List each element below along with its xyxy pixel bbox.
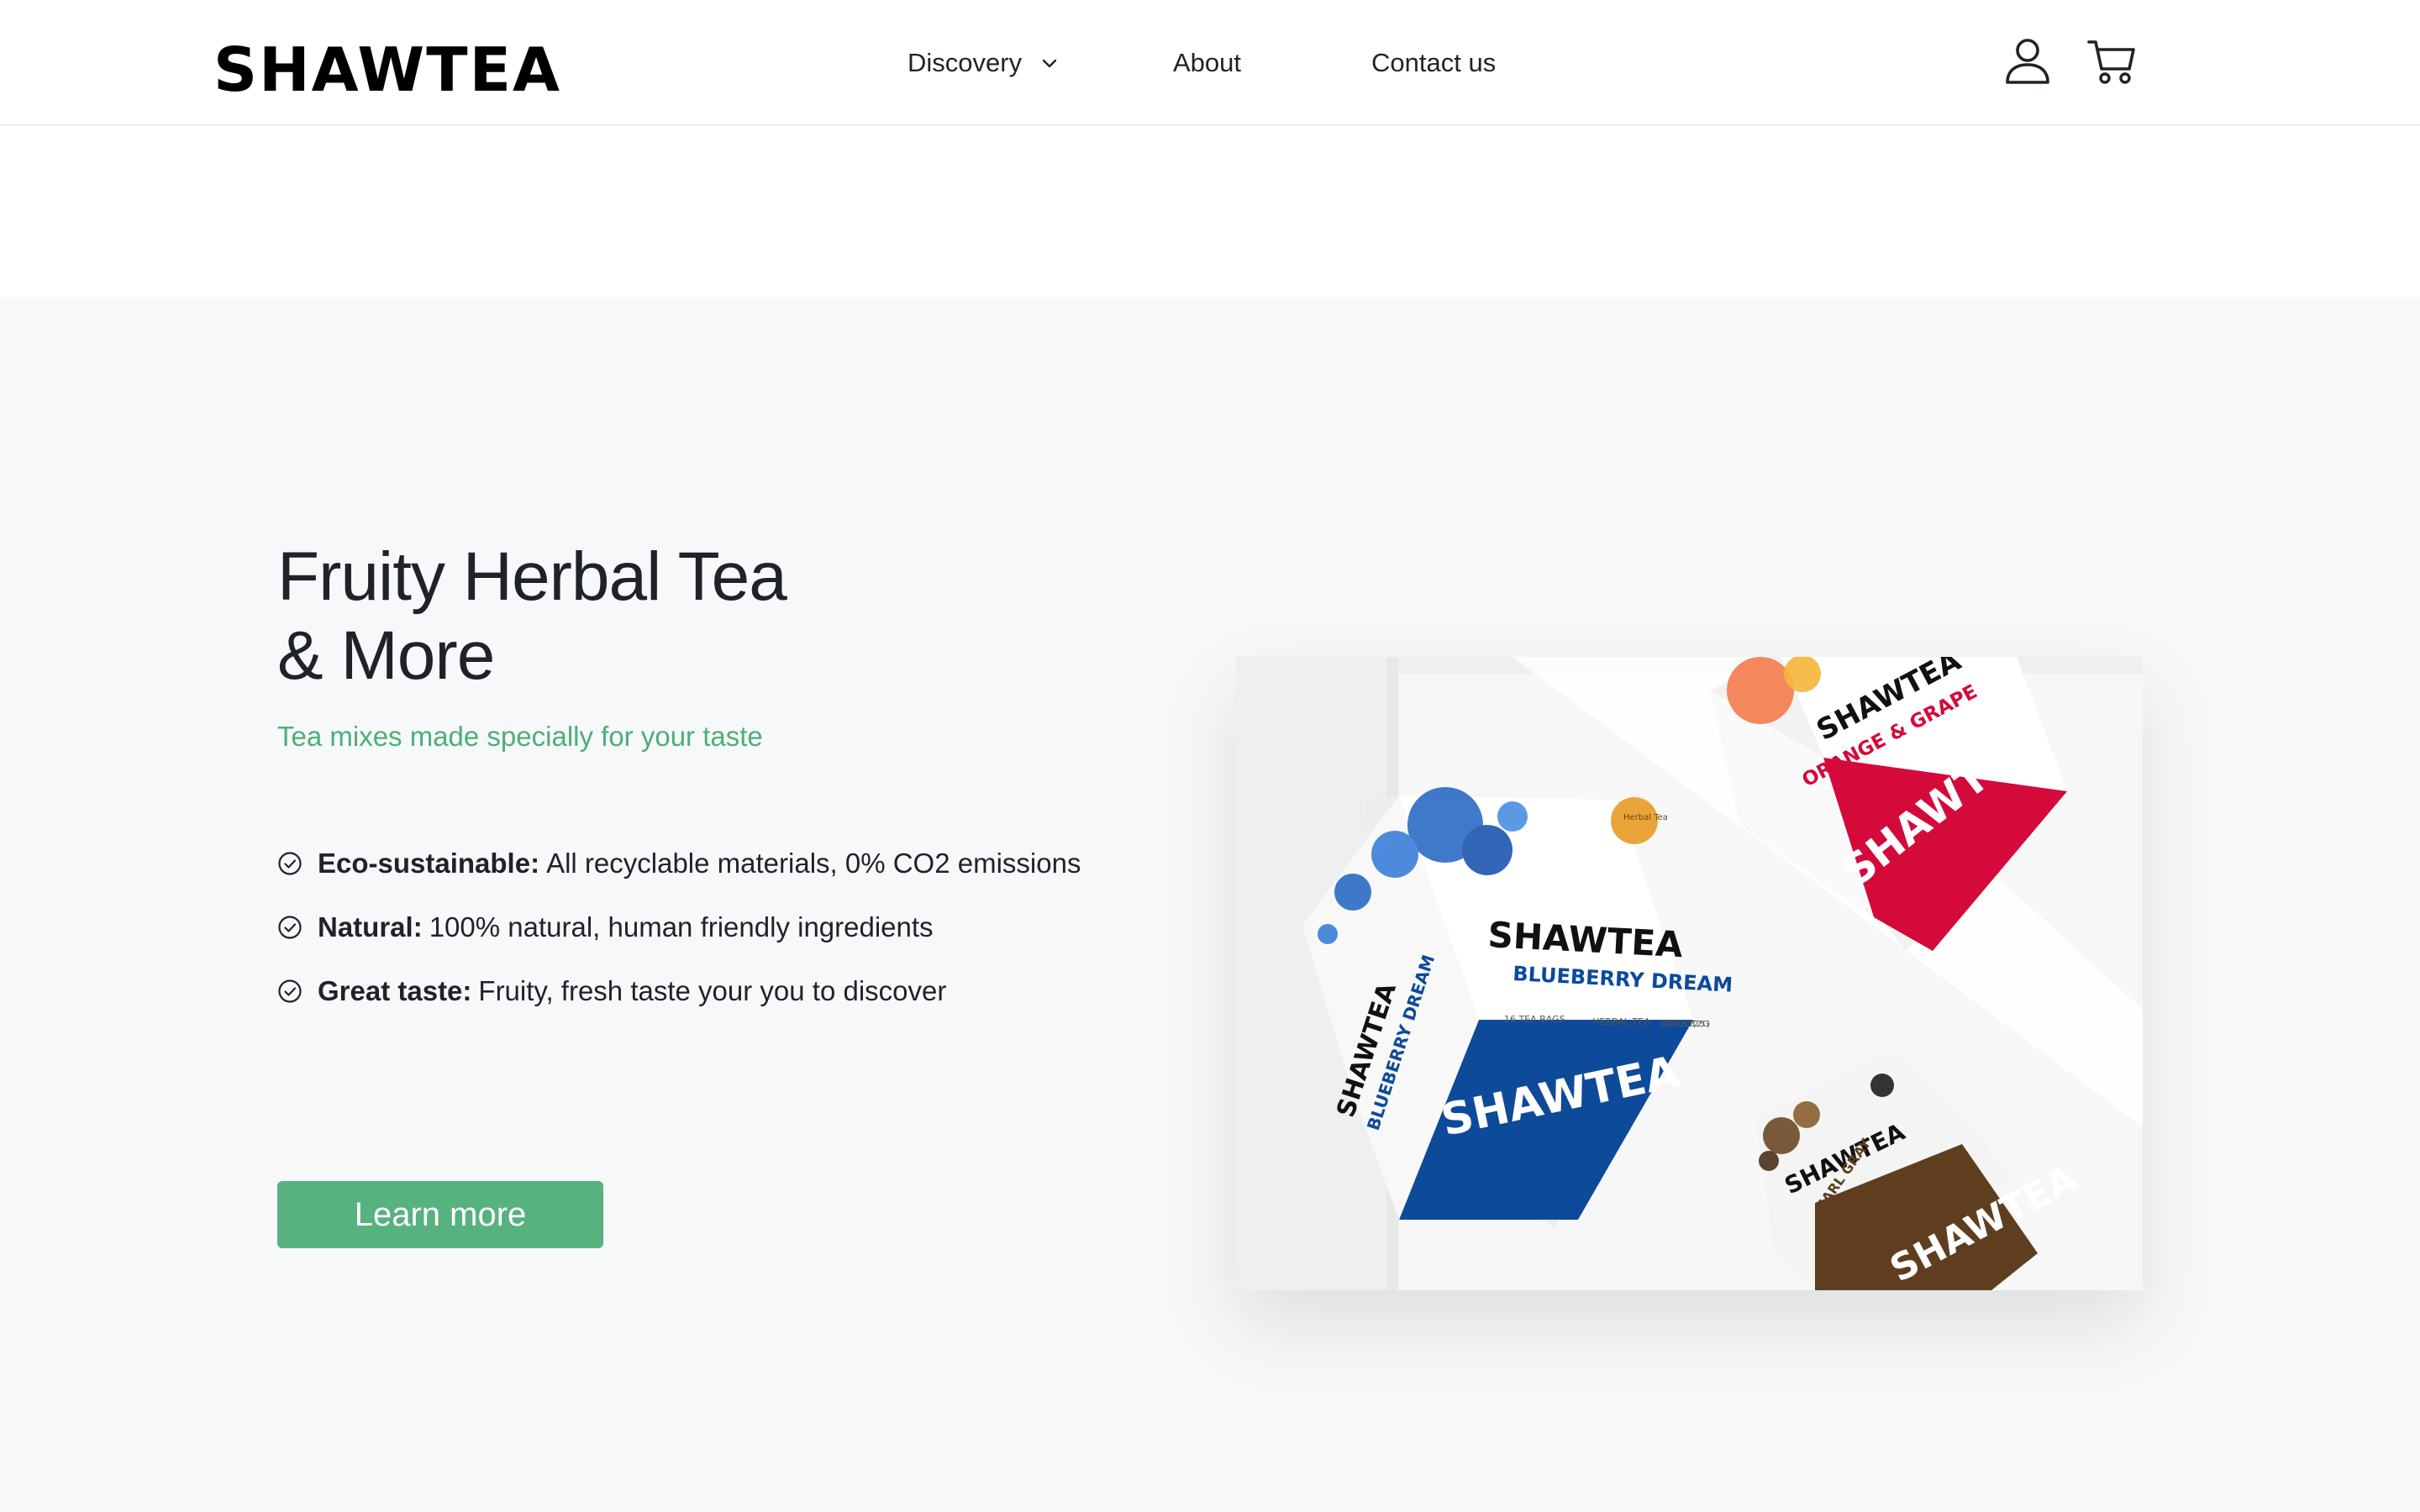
feature-list: Eco-sustainable: All recyclable material… xyxy=(277,832,1081,1023)
feature-text: All recyclable materials, 0% CO2 emissio… xyxy=(546,848,1081,879)
nav-about-label: About xyxy=(1173,48,1242,77)
nav-discovery-label: Discovery xyxy=(908,48,1023,77)
box-badge: Herbal Tea xyxy=(1623,813,1668,822)
nav-discovery[interactable]: Discovery xyxy=(908,0,1059,126)
box-count: 16 TEA BAGS xyxy=(1504,1014,1565,1025)
nav-about[interactable]: About xyxy=(1173,0,1241,126)
user-icon[interactable] xyxy=(2000,34,2055,89)
cart-icon[interactable] xyxy=(2084,34,2139,89)
hero-title-line2: & More xyxy=(277,617,495,694)
hero-title: Fruity Herbal Tea & More xyxy=(277,538,1034,696)
box-weight: NET WT 0.8 OZ (22.5G) xyxy=(1660,1020,1710,1029)
box-kind: HERBAL TEA xyxy=(1592,1016,1650,1027)
nav-contact-label: Contact us xyxy=(1371,48,1497,77)
feature-text: 100% natural, human friendly ingredients xyxy=(429,911,934,942)
check-circle-icon xyxy=(277,979,302,1004)
feature-title: Eco-sustainable: xyxy=(318,848,540,879)
feature-item: Great taste: Fruity, fresh taste your yo… xyxy=(277,959,1081,1023)
feature-item: Natural: 100% natural, human friendly in… xyxy=(277,895,1081,959)
hero-title-line1: Fruity Herbal Tea xyxy=(277,538,787,615)
logo-text: SHAWTEA xyxy=(213,34,561,99)
product-image: SHAWTEA ORANGE & GRAPE SHAWTEA Herbal Te… xyxy=(1235,657,2143,1290)
learn-more-button[interactable]: Learn more xyxy=(277,1181,603,1248)
hero-subtitle: Tea mixes made specially for your taste xyxy=(277,721,763,752)
site-header: SHAWTEA Discovery About Contact us xyxy=(0,0,2420,126)
header-spacer xyxy=(0,126,2420,297)
shawtea-logo[interactable]: SHAWTEA xyxy=(212,24,565,99)
chevron-down-icon xyxy=(1040,54,1059,72)
check-circle-icon xyxy=(277,851,302,876)
nav-contact-us[interactable]: Contact us xyxy=(1371,0,1496,126)
feature-text: Fruity, fresh taste your you to discover xyxy=(478,975,947,1006)
feature-title: Great taste: xyxy=(318,975,472,1006)
feature-title: Natural: xyxy=(318,911,423,942)
check-circle-icon xyxy=(277,915,302,940)
feature-item: Eco-sustainable: All recyclable material… xyxy=(277,832,1081,895)
